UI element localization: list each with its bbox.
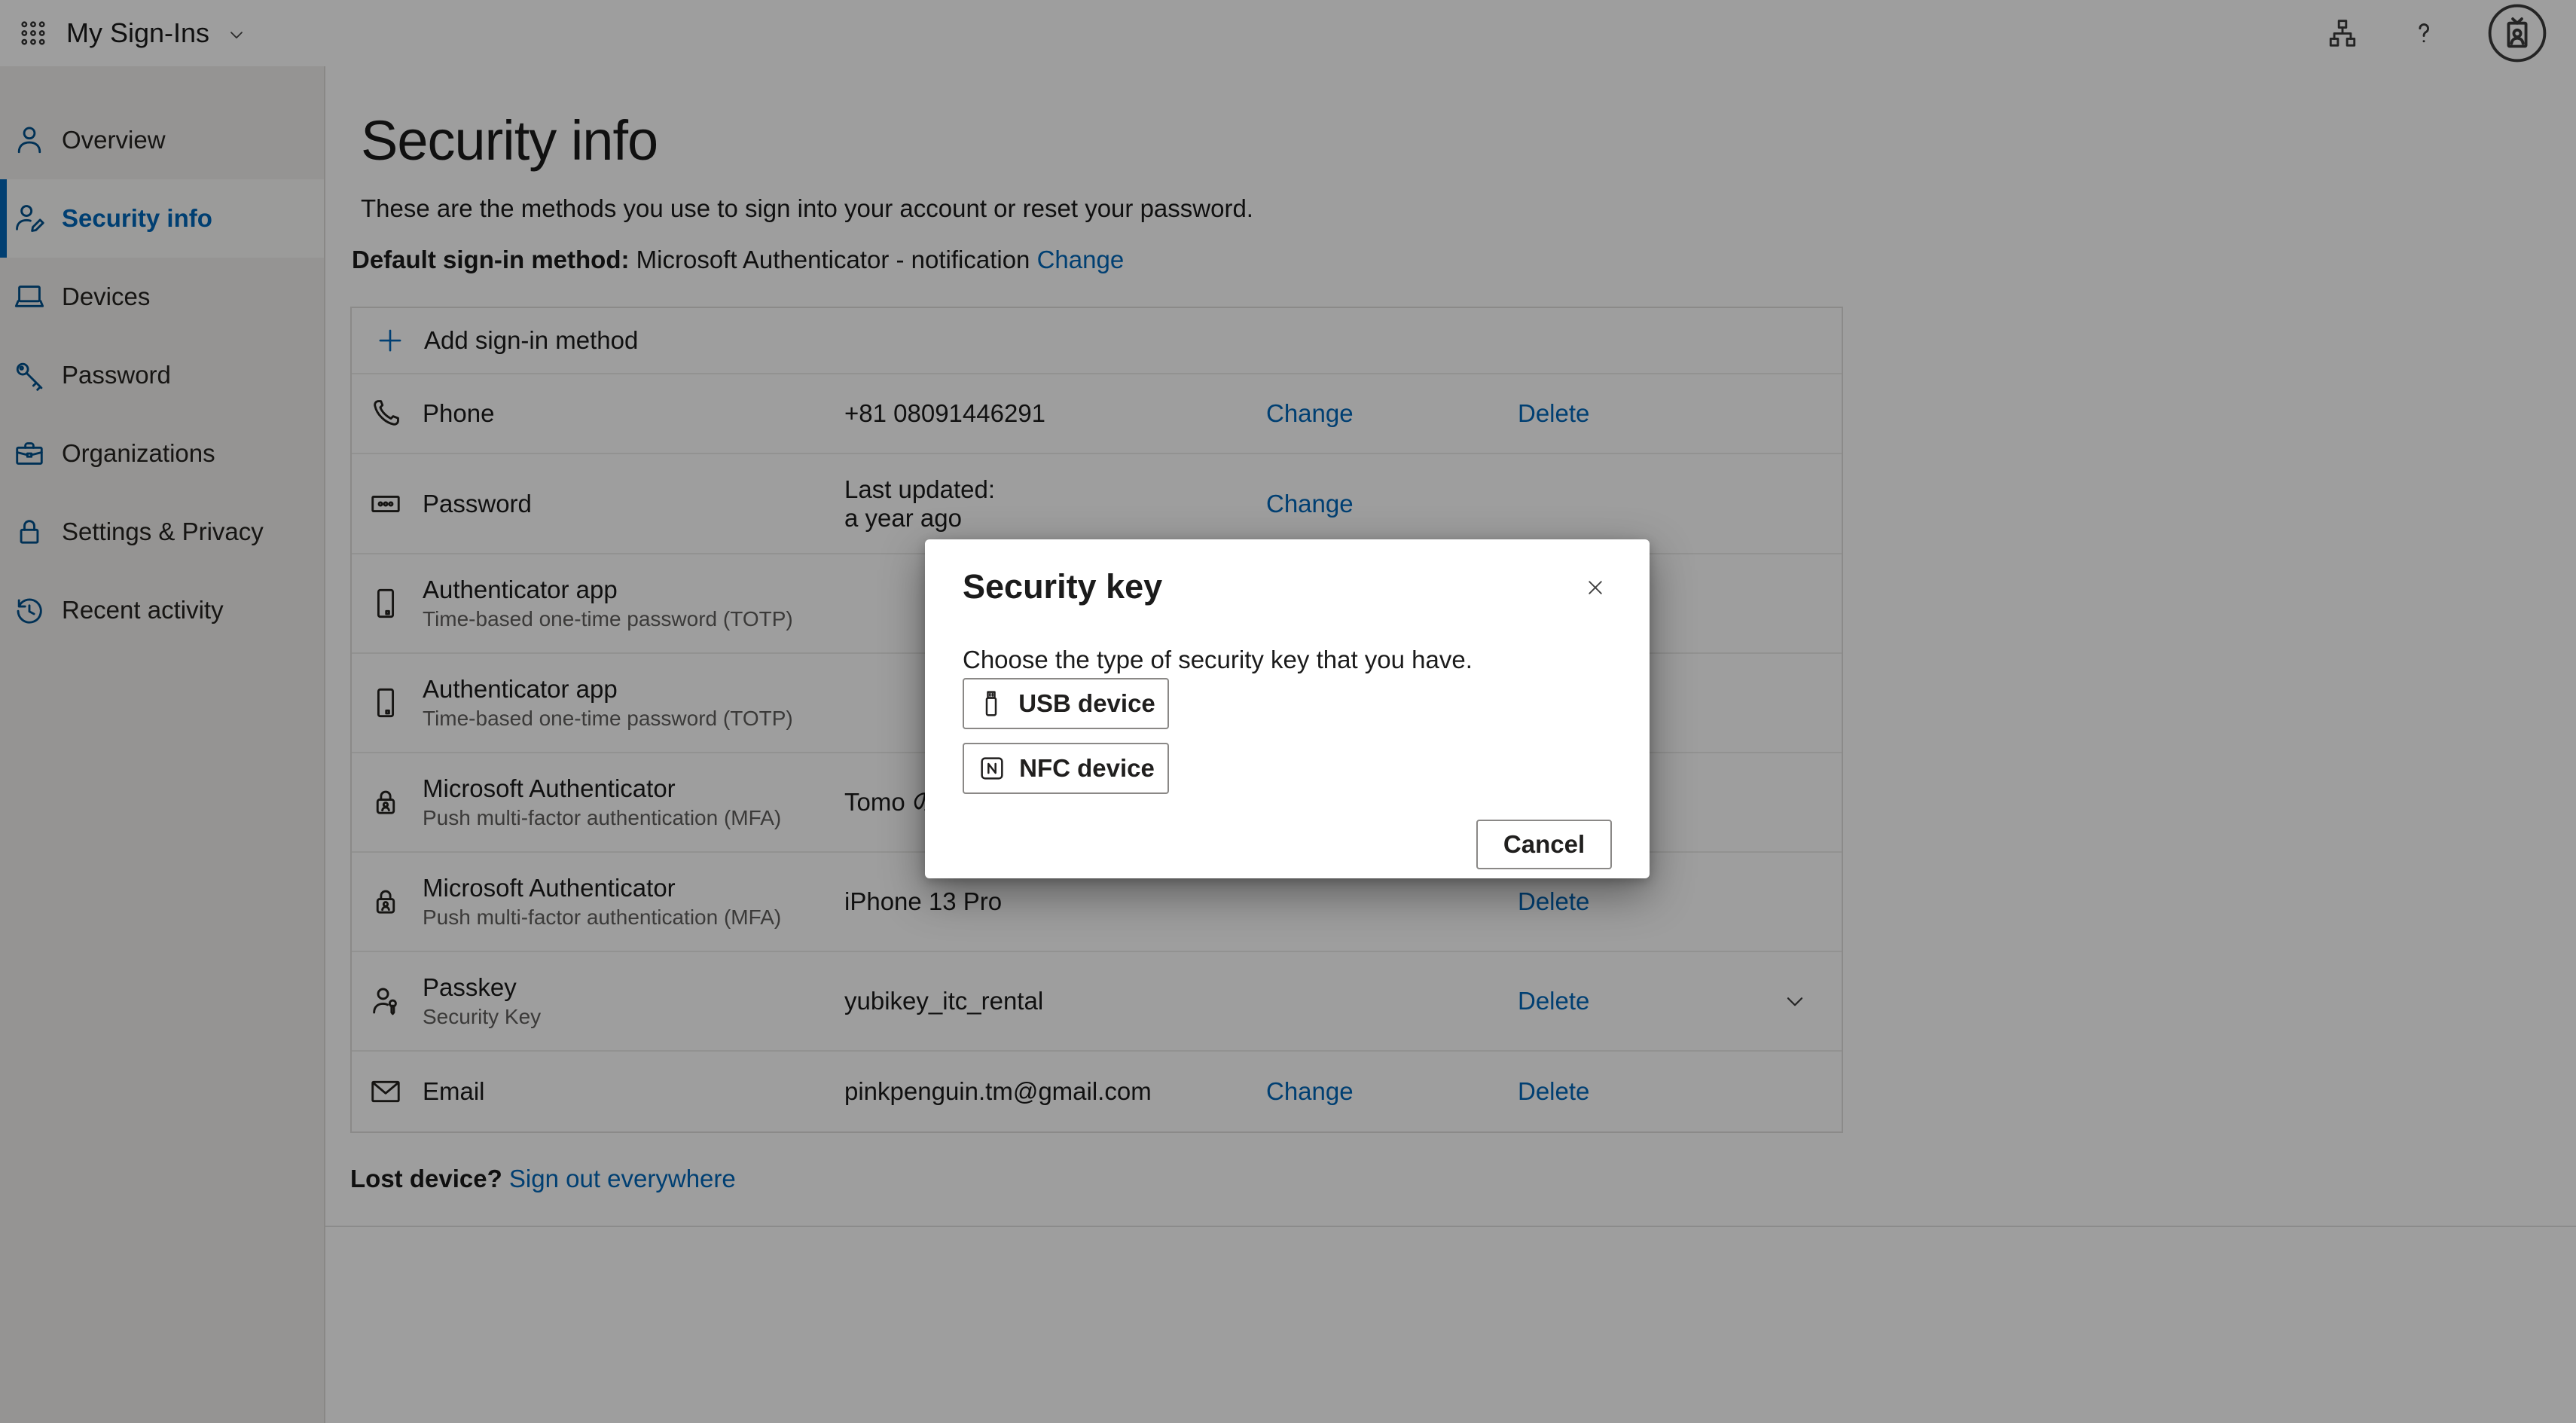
security-key-dialog: Security key Choose the type of security… xyxy=(925,539,1650,878)
dialog-close-button[interactable] xyxy=(1579,571,1612,604)
dialog-actions: Cancel xyxy=(963,820,1612,869)
dialog-header: Security key xyxy=(963,565,1612,609)
cancel-button[interactable]: Cancel xyxy=(1476,820,1612,869)
usb-device-button[interactable]: USB device xyxy=(963,678,1169,729)
dialog-description: Choose the type of security key that you… xyxy=(963,646,1612,673)
key-button-label: USB device xyxy=(1018,689,1155,718)
usb-icon xyxy=(976,689,1006,719)
key-type-buttons: USB device NFC device xyxy=(963,678,1612,794)
nfc-icon xyxy=(977,753,1007,783)
close-icon xyxy=(1583,575,1608,600)
dialog-title: Security key xyxy=(963,565,1162,609)
nfc-device-button[interactable]: NFC device xyxy=(963,743,1169,794)
key-button-label: NFC device xyxy=(1019,754,1155,783)
